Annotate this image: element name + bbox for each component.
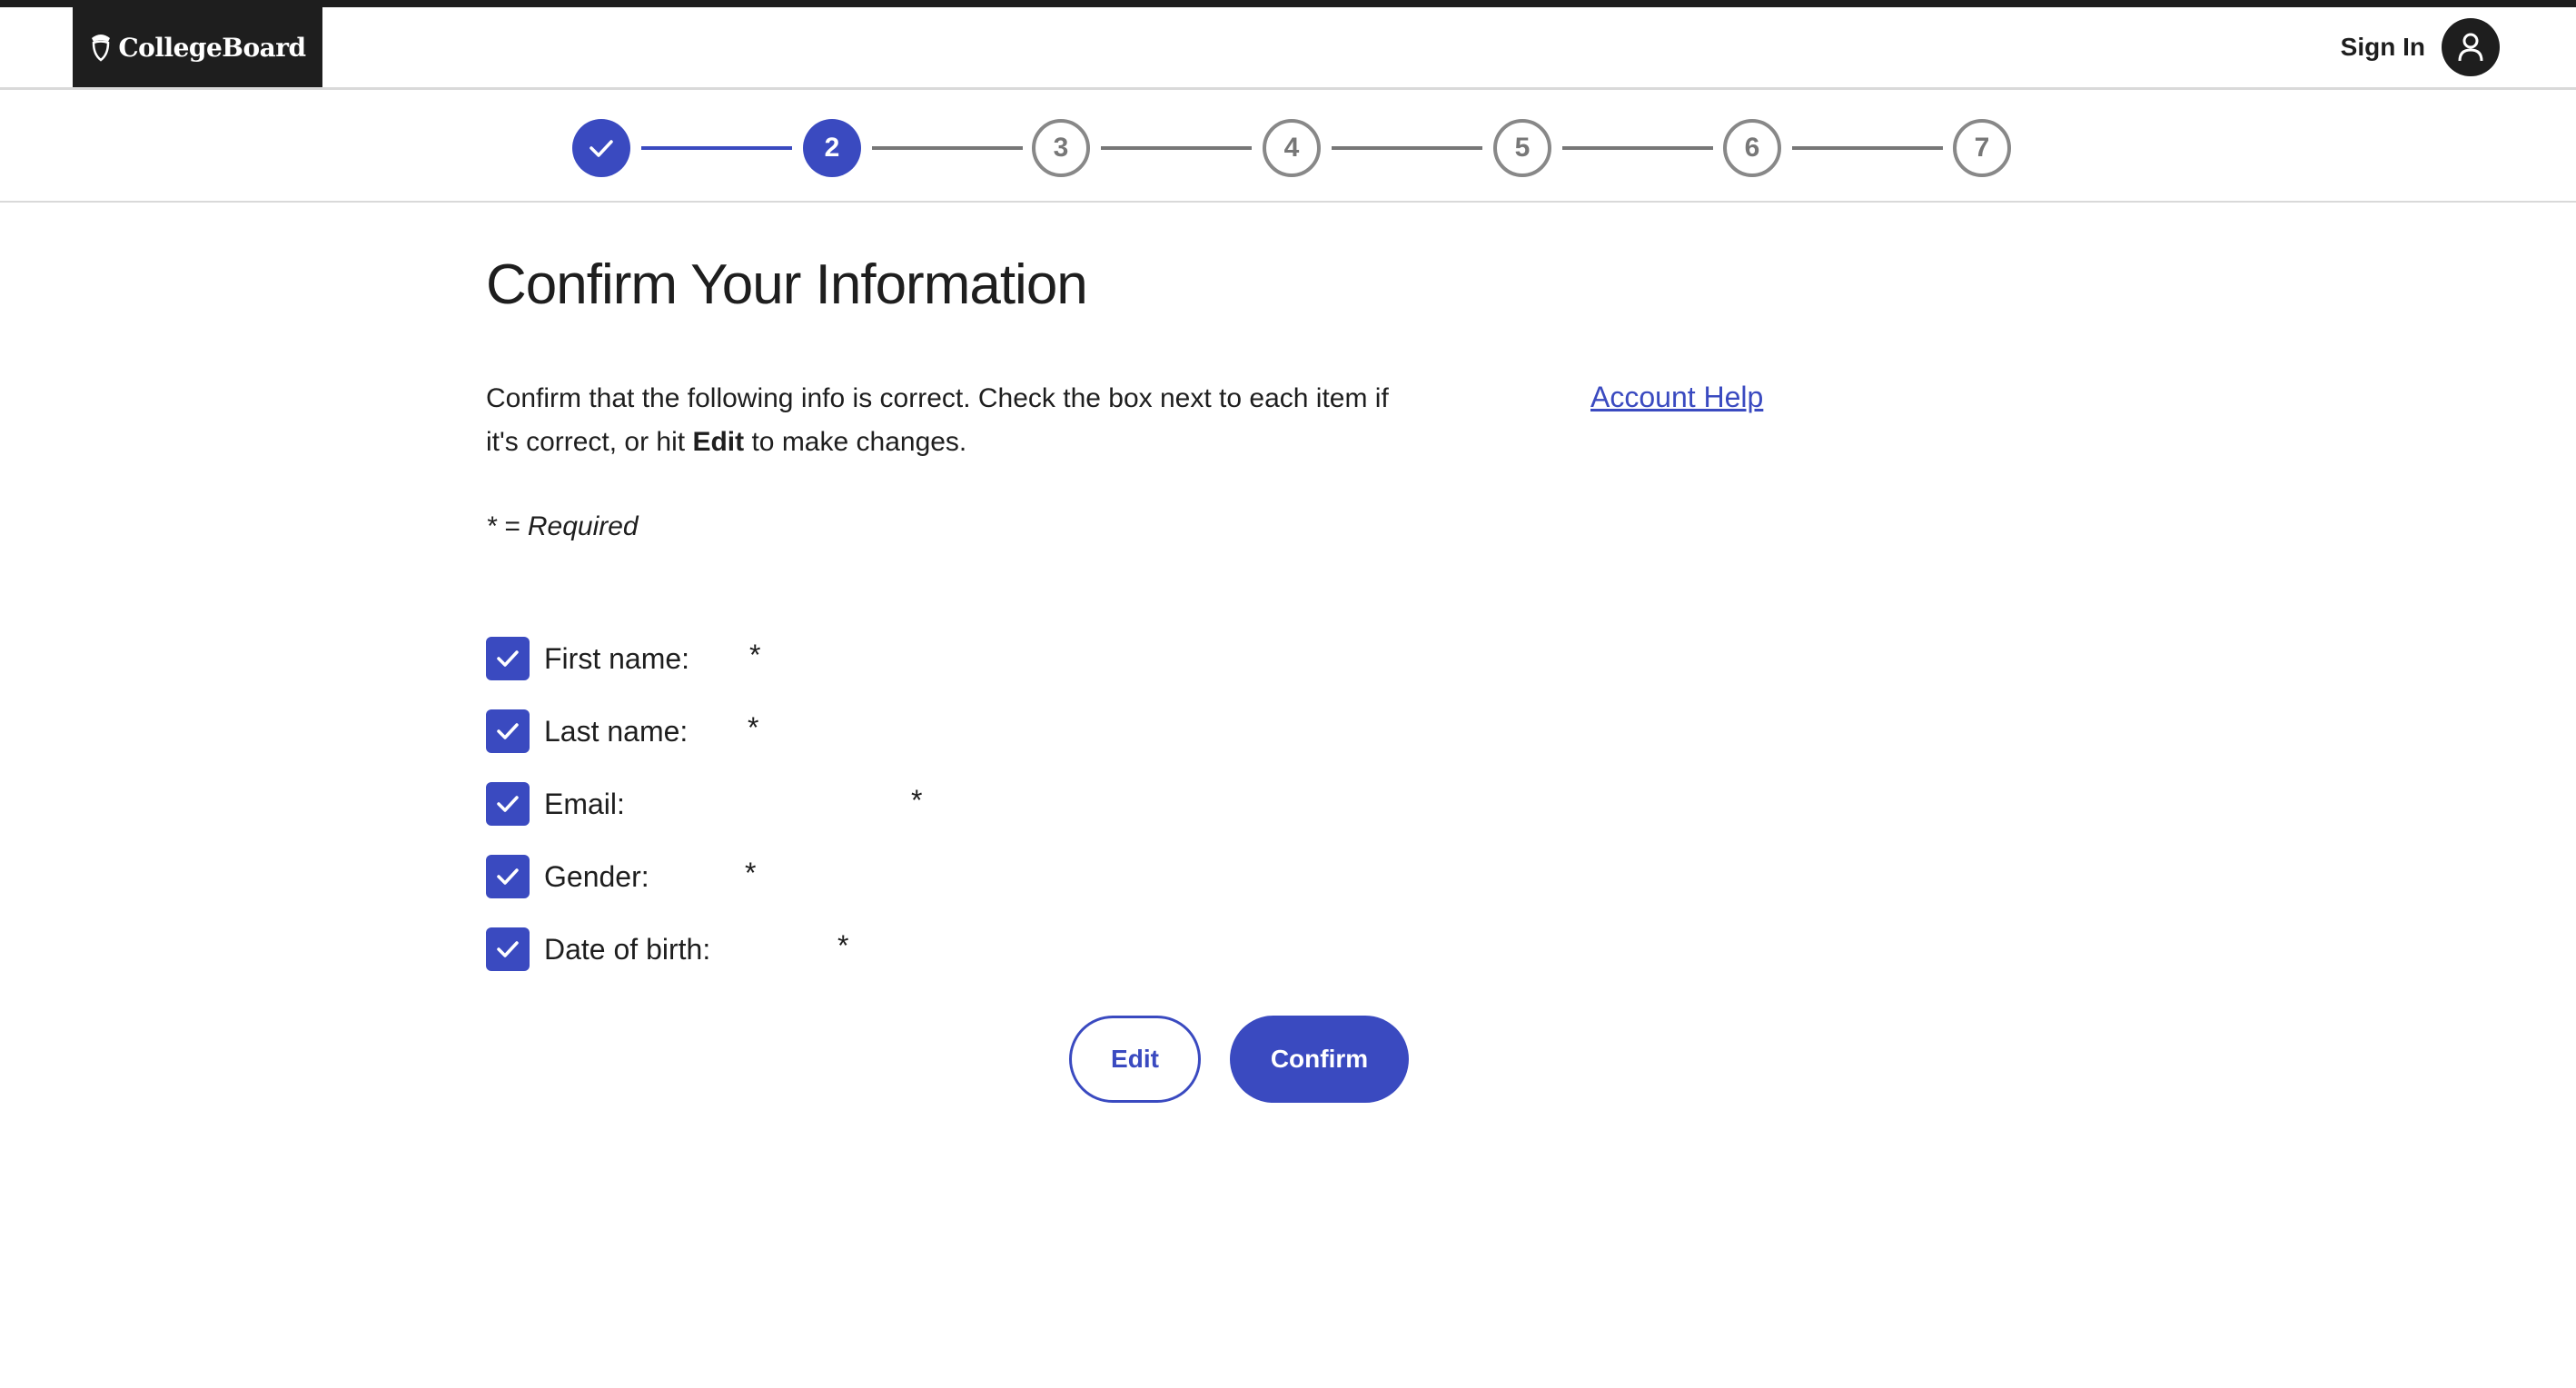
email-label: Email: [544, 787, 625, 820]
top-accent-bar [0, 0, 2576, 7]
intro-text: Confirm that the following info is corre… [486, 377, 1403, 464]
confirm-item-email: Email: * [486, 782, 1031, 826]
checkmark-icon [590, 140, 613, 157]
step-6: 6 [1723, 119, 1781, 177]
gender-checkbox[interactable] [486, 855, 530, 898]
step-connector [641, 146, 792, 150]
checkmark-icon [497, 941, 519, 957]
progress-stepper: 2 3 4 5 6 7 [0, 90, 2576, 203]
required-asterisk: * [745, 857, 757, 889]
site-header: CollegeBoard Sign In [0, 7, 2576, 90]
acorn-icon [92, 35, 111, 62]
email-checkbox[interactable] [486, 782, 530, 826]
confirm-button[interactable]: Confirm [1230, 1016, 1409, 1103]
sign-in-button[interactable]: Sign In [2341, 18, 2500, 76]
last-name-label: Last name: [544, 714, 689, 748]
user-avatar[interactable] [2442, 18, 2500, 76]
step-3: 3 [1032, 119, 1090, 177]
first-name-checkbox[interactable] [486, 637, 530, 680]
date-of-birth-label: Date of birth: [544, 932, 711, 966]
confirm-item-last-name: Last name: * [486, 709, 849, 753]
intro-text-part2: to make changes. [744, 427, 967, 457]
step-4: 4 [1263, 119, 1321, 177]
account-help-link[interactable]: Account Help [1590, 381, 1763, 414]
college-board-logo[interactable]: CollegeBoard [73, 7, 322, 87]
page-title: Confirm Your Information [486, 253, 1088, 316]
step-2-current: 2 [803, 119, 861, 177]
step-connector [1332, 146, 1482, 150]
user-icon [2458, 33, 2483, 62]
date-of-birth-checkbox[interactable] [486, 927, 530, 971]
required-asterisk: * [837, 929, 849, 962]
sign-in-label: Sign In [2340, 33, 2425, 61]
step-5: 5 [1493, 119, 1551, 177]
logo-text: CollegeBoard [118, 32, 306, 63]
intro-edit-emphasis: Edit [692, 427, 745, 457]
checkmark-icon [497, 796, 519, 812]
required-note: * = Required [486, 511, 639, 541]
step-connector [1792, 146, 1943, 150]
gender-label: Gender: [544, 859, 649, 893]
edit-button[interactable]: Edit [1069, 1016, 1201, 1103]
confirm-item-gender: Gender: * [486, 855, 849, 898]
required-asterisk: * [748, 711, 759, 744]
step-7: 7 [1953, 119, 2011, 177]
confirm-item-date-of-birth: Date of birth: * [486, 927, 940, 971]
step-connector [872, 146, 1023, 150]
checkmark-icon [497, 868, 519, 885]
checkmark-icon [497, 650, 519, 667]
last-name-checkbox[interactable] [486, 709, 530, 753]
required-asterisk: * [911, 784, 923, 817]
step-connector [1562, 146, 1713, 150]
step-1-complete [572, 119, 630, 177]
step-connector [1101, 146, 1252, 150]
required-asterisk: * [749, 639, 761, 671]
checkmark-icon [497, 723, 519, 739]
first-name-label: First name: [544, 641, 690, 675]
confirm-item-first-name: First name: * [486, 637, 849, 680]
